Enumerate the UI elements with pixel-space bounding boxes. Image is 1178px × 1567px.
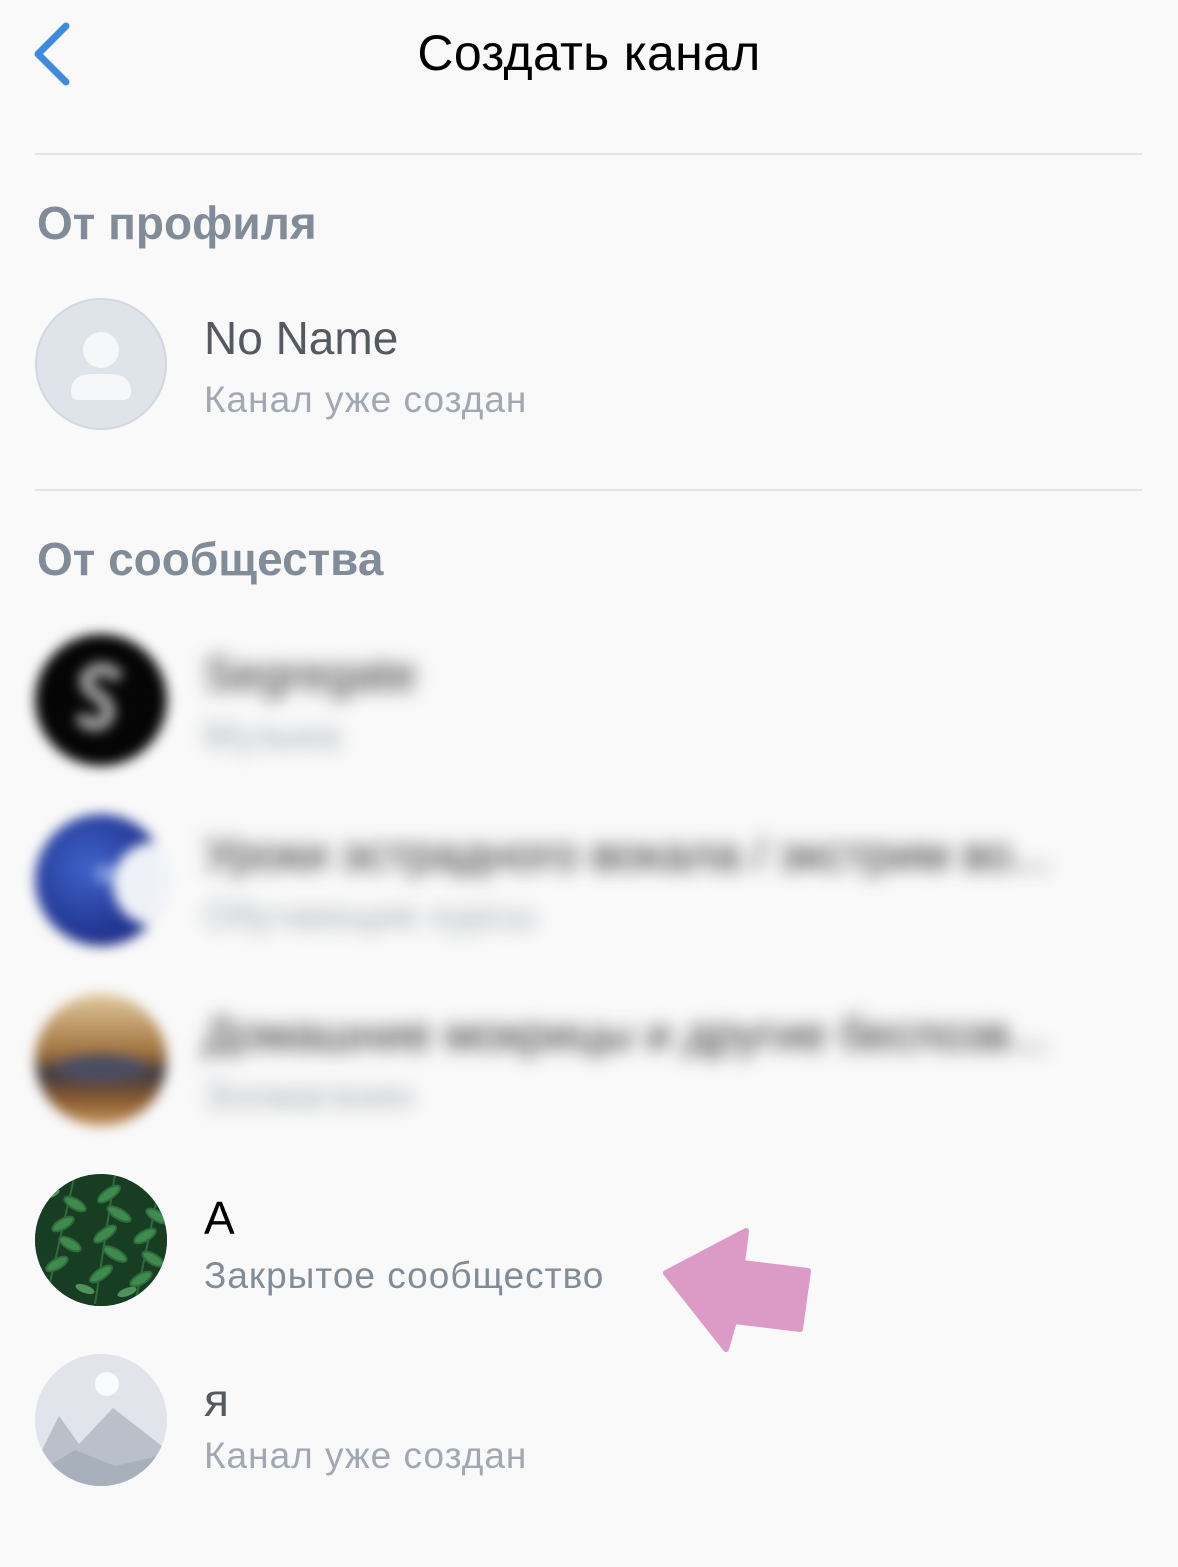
avatar: [35, 994, 167, 1126]
leaves-photo: [35, 1174, 167, 1306]
list-item-subtitle: Канал уже создан: [204, 379, 528, 420]
section-header-profile: От профиля: [37, 197, 317, 249]
list-item-title: я: [204, 1374, 229, 1426]
user-placeholder-icon: [71, 332, 131, 400]
list-item-profile[interactable]: No Name Канал уже создан: [0, 289, 1178, 439]
list-item-community[interactable]: Домашние мокрицы и другие беспозв... Зоо…: [0, 985, 1178, 1135]
pointer-arrow-icon: [663, 1228, 811, 1352]
list-item-title: Домашние мокрицы и другие беспозв...: [204, 1008, 1049, 1060]
list-item-subtitle: Обучающие курсы: [204, 895, 537, 936]
avatar: [35, 634, 167, 766]
avatar: [35, 298, 167, 430]
divider: [35, 489, 1142, 491]
community-avatar: [76, 662, 122, 732]
avatar: [35, 814, 167, 946]
list-item-community[interactable]: Уроки эстрадного вокала / экстрим во... …: [0, 805, 1178, 955]
avatar: [35, 1174, 167, 1306]
divider: [35, 153, 1142, 155]
section-header-community: От сообщества: [37, 533, 384, 585]
community-avatar: [95, 842, 167, 926]
mountain-placeholder-icon: [35, 1354, 167, 1486]
list-item-subtitle: Зоомагазин: [204, 1075, 415, 1116]
list-item-community-ya[interactable]: я Канал уже создан: [0, 1345, 1178, 1495]
list-item-title: Уроки эстрадного вокала / экстрим во...: [204, 828, 1051, 880]
page-title: Создать канал: [417, 25, 761, 81]
list-item-subtitle: Музыка: [204, 715, 341, 756]
list-item-subtitle: Закрытое сообщество: [204, 1255, 605, 1296]
list-item-title: No Name: [204, 312, 399, 364]
list-item-subtitle: Канал уже создан: [204, 1435, 528, 1476]
list-item-title: Segregate: [204, 648, 417, 700]
list-item-community-a[interactable]: А Закрытое сообщество: [0, 1165, 1178, 1315]
list-item-title: А: [204, 1192, 235, 1244]
list-item-community[interactable]: Segregate Музыка: [0, 625, 1178, 775]
avatar: [35, 1354, 167, 1486]
community-avatar: [57, 1054, 145, 1082]
nav-bar: Создать канал: [0, 0, 1178, 110]
